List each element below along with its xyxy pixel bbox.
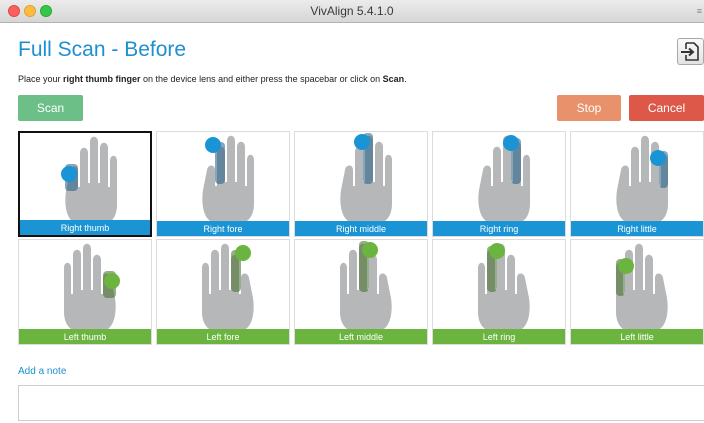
finger-card-label: Left little: [571, 329, 703, 344]
titlebar-corner-icon: ≡: [696, 6, 702, 16]
finger-card-right-fore[interactable]: Right fore: [156, 131, 290, 237]
finger-marker: [61, 166, 77, 182]
cancel-button[interactable]: Cancel: [629, 95, 704, 121]
window-title: VivAlign 5.4.1.0: [310, 4, 394, 18]
finger-marker: [618, 258, 634, 274]
title-bar: VivAlign 5.4.1.0 ≡: [0, 0, 704, 23]
instructions: Place your right thumb finger on the dev…: [18, 74, 407, 84]
instruction-finger: right thumb finger: [63, 74, 141, 84]
hand-icon: [64, 243, 120, 330]
finger-card-label: Left ring: [433, 329, 565, 344]
export-icon: [681, 42, 699, 61]
hand-icon: [202, 135, 254, 222]
hand-icon: [616, 135, 668, 222]
finger-marker: [354, 134, 370, 150]
hand-icon: [340, 133, 392, 222]
finger-card-left-middle[interactable]: Left middle: [294, 239, 428, 345]
finger-marker: [235, 245, 251, 261]
hand-icon: [340, 241, 392, 330]
finger-card-left-fore[interactable]: Left fore: [156, 239, 290, 345]
instruction-text: Place your: [18, 74, 64, 84]
finger-card-label: Right middle: [295, 221, 427, 236]
finger-card-left-ring[interactable]: Left ring: [432, 239, 566, 345]
hand-icon: [478, 243, 530, 330]
finger-marker: [205, 137, 221, 153]
finger-card-right-thumb[interactable]: Right thumb: [18, 131, 152, 237]
finger-card-label: Right thumb: [20, 220, 150, 235]
finger-marker: [489, 243, 505, 259]
finger-card-label: Left thumb: [19, 329, 151, 344]
hand-icon: [616, 243, 668, 330]
finger-marker: [362, 242, 378, 258]
hand-icon: [202, 243, 254, 330]
instruction-text: on the device lens and either press the …: [140, 74, 383, 84]
stop-button[interactable]: Stop: [557, 95, 621, 121]
finger-marker: [104, 273, 120, 289]
export-button[interactable]: [677, 38, 704, 65]
finger-card-label: Left fore: [157, 329, 289, 344]
finger-marker: [503, 135, 519, 151]
finger-card-left-little[interactable]: Left little: [570, 239, 704, 345]
finger-card-right-middle[interactable]: Right middle: [294, 131, 428, 237]
instruction-scan-word: Scan: [382, 74, 405, 84]
finger-marker: [650, 150, 666, 166]
finger-card-label: Right ring: [433, 221, 565, 236]
finger-card-label: Right fore: [157, 221, 289, 236]
scan-button[interactable]: Scan: [18, 95, 83, 121]
add-note-label[interactable]: Add a note: [18, 366, 66, 377]
finger-card-left-thumb[interactable]: Left thumb: [18, 239, 152, 345]
instruction-text: .: [404, 74, 407, 84]
finger-card-label: Left middle: [295, 329, 427, 344]
hand-icon: [61, 136, 117, 223]
finger-card-label: Right little: [571, 221, 703, 236]
note-input[interactable]: [18, 385, 704, 421]
finger-card-right-little[interactable]: Right little: [570, 131, 704, 237]
finger-card-right-ring[interactable]: Right ring: [432, 131, 566, 237]
page-title: Full Scan - Before: [18, 38, 187, 61]
hand-icon: [478, 135, 530, 222]
